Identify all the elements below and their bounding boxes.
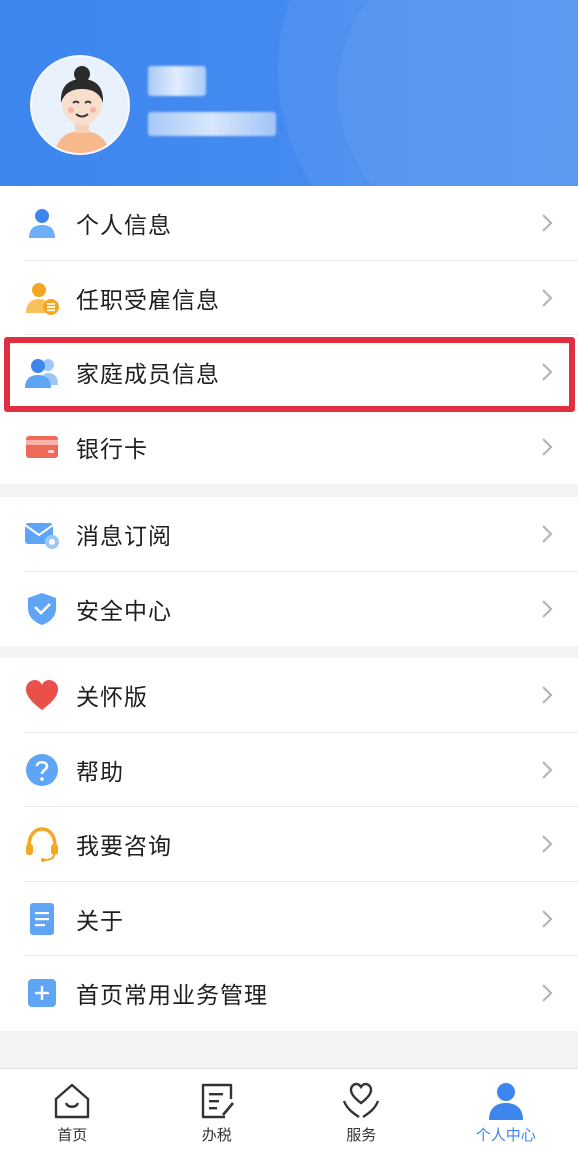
tab-personal-center[interactable]: 个人中心 (434, 1069, 578, 1151)
menu-item-message-subscription[interactable]: 消息订阅 (0, 497, 578, 572)
tab-service[interactable]: 服务 (289, 1069, 434, 1151)
menu-item-help[interactable]: 帮助 (0, 733, 578, 807)
menu-item-family-info[interactable]: 家庭成员信息 (0, 335, 578, 410)
menu-item-label: 任职受雇信息 (76, 287, 220, 314)
menu-item-homepage-business-management[interactable]: 首页常用业务管理 (0, 956, 578, 1031)
edit-document-icon (201, 1083, 234, 1119)
menu-item-personal-info[interactable]: 个人信息 (0, 186, 578, 261)
masked-name (148, 66, 206, 96)
chevron-right-icon (542, 363, 553, 382)
masked-id (148, 112, 276, 136)
menu-item-security-center[interactable]: 安全中心 (0, 572, 578, 647)
person-icon (29, 209, 55, 239)
add-square-icon (28, 979, 56, 1008)
menu-item-label: 银行卡 (76, 436, 148, 463)
heart-hands-icon (343, 1082, 380, 1118)
family-icon (25, 359, 58, 389)
menu-item-label: 家庭成员信息 (76, 362, 220, 389)
menu-item-consult[interactable]: 我要咨询 (0, 807, 578, 882)
chevron-right-icon (542, 835, 553, 854)
menu-item-bank-card[interactable]: 银行卡 (0, 410, 578, 485)
menu-item-label: 消息订阅 (76, 524, 172, 551)
message-subscribe-icon (24, 523, 59, 550)
menu-item-label: 安全中心 (76, 598, 172, 625)
chevron-right-icon (542, 214, 553, 233)
chevron-right-icon (542, 686, 553, 705)
female-avatar-icon (32, 57, 128, 153)
user-center-icon (488, 1083, 523, 1120)
menu-item-label: 关于 (76, 908, 124, 935)
tab-label: 首页 (57, 1126, 88, 1144)
menu-item-label: 帮助 (76, 759, 124, 786)
help-icon (26, 753, 58, 786)
heart-icon (26, 680, 58, 711)
chevron-right-icon (542, 599, 553, 618)
tab-home[interactable]: 首页 (0, 1069, 145, 1151)
chevron-right-icon (542, 909, 553, 928)
menu-item-label: 个人信息 (76, 213, 172, 240)
menu-group-message-security: 消息订阅 安全中心 (0, 497, 578, 646)
chevron-right-icon (542, 437, 553, 456)
tab-label: 办税 (201, 1126, 232, 1144)
menu-group-support: 关怀版 帮助 我要咨询 关于 首页常用业务管理 (0, 658, 578, 1031)
bank-card-icon (26, 435, 58, 458)
avatar[interactable] (30, 55, 130, 155)
employment-icon (26, 282, 59, 315)
document-icon (30, 902, 54, 935)
menu-item-about[interactable]: 关于 (0, 882, 578, 956)
tab-label: 个人中心 (475, 1126, 536, 1144)
tab-label: 服务 (346, 1126, 377, 1144)
shield-icon (28, 592, 56, 625)
menu-item-label: 我要咨询 (76, 834, 172, 861)
menu-item-care-version[interactable]: 关怀版 (0, 658, 578, 733)
tab-tax[interactable]: 办税 (145, 1069, 290, 1151)
headset-icon (26, 827, 58, 863)
home-icon (55, 1083, 90, 1119)
bottom-tab-bar: 首页 办税 服务 个人中心 (0, 1068, 578, 1151)
chevron-right-icon (542, 760, 553, 779)
chevron-right-icon (542, 288, 553, 307)
profile-header (0, 0, 578, 186)
chevron-right-icon (542, 984, 553, 1003)
chevron-right-icon (542, 525, 553, 544)
menu-item-label: 首页常用业务管理 (76, 983, 268, 1010)
menu-group-account: 个人信息 任职受雇信息 家庭成员信息 银行卡 (0, 186, 578, 484)
header-decoration (338, 0, 578, 186)
menu-item-employment-info[interactable]: 任职受雇信息 (0, 261, 578, 335)
menu-item-label: 关怀版 (76, 685, 148, 712)
